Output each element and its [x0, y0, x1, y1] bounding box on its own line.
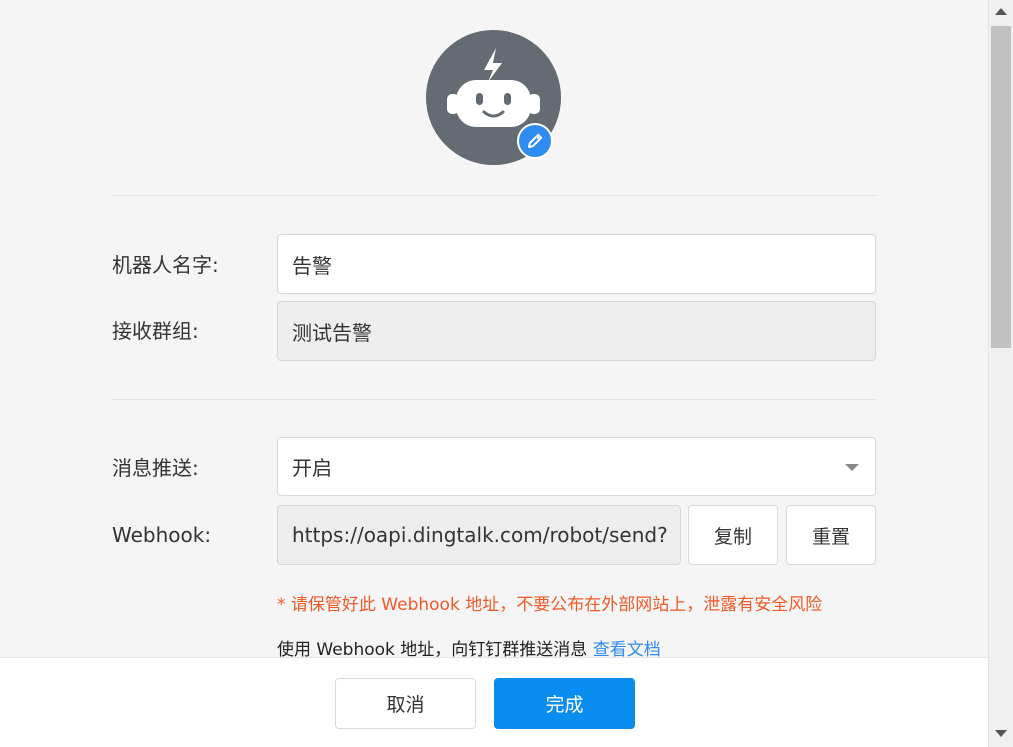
robot-settings-panel: 机器人名字: 接收群组: 测试告警 消息推送: 开启 Webhook: http… — [0, 0, 988, 657]
webhook-security-warning: * 请保管好此 Webhook 地址，不要公布在外部网站上，泄露有安全风险 — [277, 595, 823, 615]
robot-settings-page: 机器人名字: 接收群组: 测试告警 消息推送: 开启 Webhook: http… — [0, 0, 1013, 747]
edit-avatar-button[interactable] — [517, 123, 553, 159]
chevron-down-icon — [845, 463, 859, 471]
robot-avatar-area — [426, 30, 561, 165]
pencil-icon — [528, 133, 543, 148]
receive-group-label: 接收群组: — [112, 319, 199, 343]
robot-name-label: 机器人名字: — [112, 253, 219, 277]
message-push-value: 开启 — [292, 456, 332, 480]
cancel-button[interactable]: 取消 — [335, 678, 476, 729]
scroll-up-arrow-icon[interactable] — [995, 8, 1007, 15]
section-divider — [112, 399, 876, 400]
robot-name-input[interactable] — [277, 234, 876, 294]
scrollbar-thumb[interactable] — [991, 26, 1011, 348]
webhook-usage-hint: 使用 Webhook 地址，向钉钉群推送消息 查看文档 — [277, 635, 661, 657]
webhook-usage-text: 使用 Webhook 地址，向钉钉群推送消息 — [277, 640, 593, 657]
reset-webhook-button[interactable]: 重置 — [786, 505, 876, 565]
webhook-url-field[interactable]: https://oapi.dingtalk.com/robot/send? — [277, 505, 681, 565]
copy-webhook-button[interactable]: 复制 — [688, 505, 778, 565]
webhook-label: Webhook: — [112, 523, 212, 547]
receive-group-value: 测试告警 — [292, 320, 372, 345]
done-button[interactable]: 完成 — [494, 678, 635, 729]
view-docs-link[interactable]: 查看文档 — [593, 640, 661, 657]
receive-group-field: 测试告警 — [277, 301, 876, 361]
scroll-down-arrow-icon[interactable] — [995, 730, 1007, 737]
vertical-scrollbar[interactable] — [988, 0, 1013, 747]
webhook-url-value: https://oapi.dingtalk.com/robot/send? — [292, 523, 668, 547]
dialog-footer: 取消 完成 — [0, 657, 988, 747]
message-push-label: 消息推送: — [112, 456, 199, 480]
message-push-select[interactable]: 开启 — [277, 437, 876, 496]
section-divider — [112, 195, 876, 196]
